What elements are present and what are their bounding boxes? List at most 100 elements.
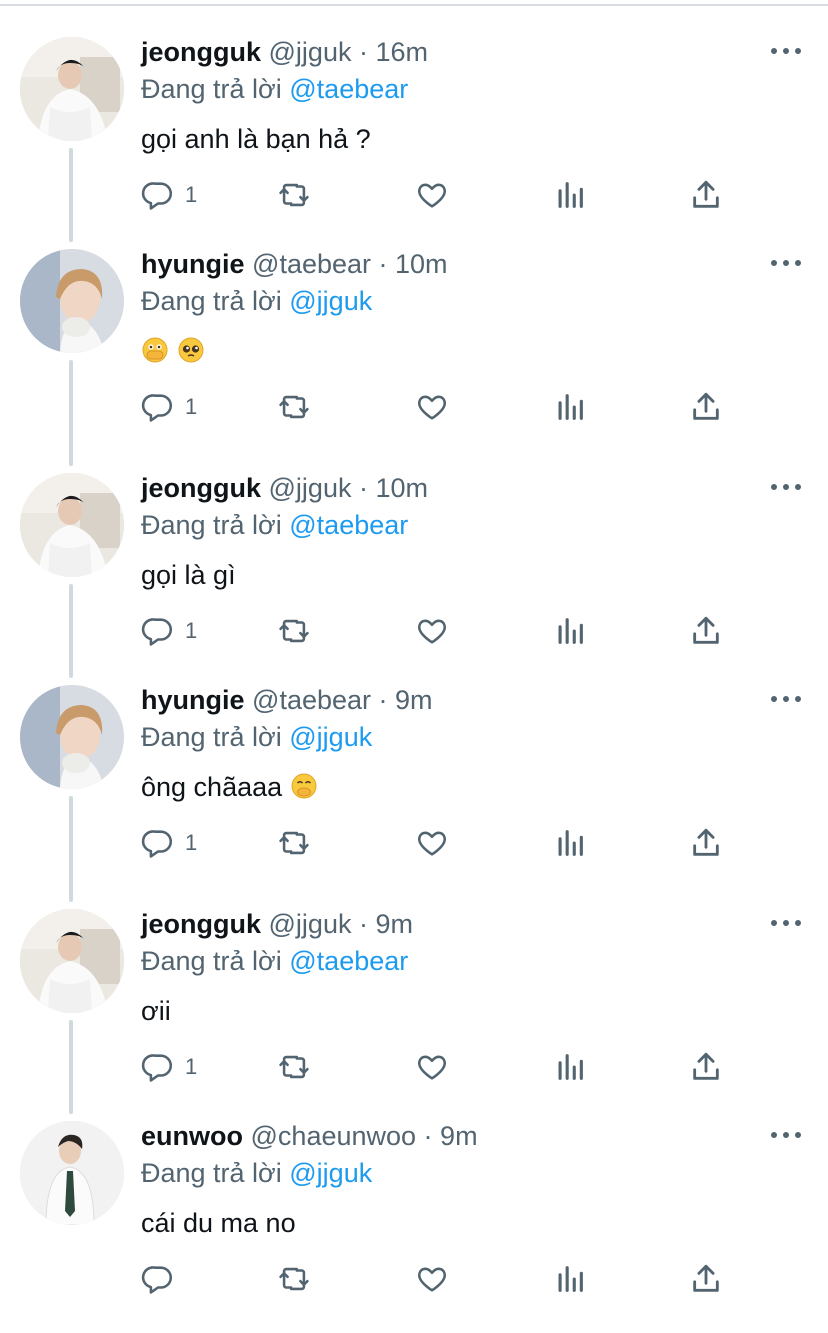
retweet-button[interactable] (277, 1262, 311, 1296)
face-with-open-eyes-and-hand-over-mouth-icon (142, 337, 168, 363)
reply-button[interactable]: 1 (141, 826, 197, 860)
separator: · (351, 37, 376, 67)
replying-to: Đang trả lời @taebear (141, 944, 408, 978)
tweet[interactable]: jeongguk @jjguk · 10m Đang trả lời @taeb… (0, 473, 828, 685)
tweet-text: cái du ma no (141, 1206, 296, 1240)
reply-count: 1 (185, 1054, 198, 1079)
tweet-actions: 1 (141, 826, 741, 860)
reply-button[interactable] (141, 1262, 185, 1296)
reply-icon (141, 394, 173, 422)
replying-to-label: Đang trả lời (141, 286, 290, 316)
tweet-actions: 1 (141, 178, 741, 212)
retweet-icon (279, 395, 309, 419)
reply-button[interactable]: 1 (141, 178, 197, 212)
analytics-button[interactable] (553, 1050, 587, 1084)
timestamp[interactable]: 10m (395, 249, 448, 279)
share-button[interactable] (689, 826, 723, 860)
tweet-text (141, 334, 205, 368)
tweet[interactable]: hyungie @taebear · 10m Đang trả lời @jjg… (0, 249, 828, 461)
like-button[interactable] (415, 1262, 449, 1296)
more-icon[interactable] (770, 1129, 802, 1141)
mention-link[interactable]: @jjguk (289, 722, 372, 752)
retweet-button[interactable] (277, 390, 311, 424)
analytics-button[interactable] (553, 826, 587, 860)
more-icon[interactable] (770, 693, 802, 705)
tweet[interactable]: hyungie @taebear · 9m Đang trả lời @jjgu… (0, 685, 828, 897)
user-handle[interactable]: @jjguk (269, 37, 352, 67)
share-button[interactable] (689, 390, 723, 424)
analytics-button[interactable] (553, 614, 587, 648)
timestamp[interactable]: 9m (375, 909, 413, 939)
display-name[interactable]: hyungie (141, 249, 245, 279)
avatar-eunwoo[interactable] (20, 1121, 124, 1225)
like-button[interactable] (415, 826, 449, 860)
display-name[interactable]: jeongguk (141, 473, 261, 503)
retweet-button[interactable] (277, 178, 311, 212)
avatar-hyungie[interactable] (20, 685, 124, 789)
analytics-button[interactable] (553, 178, 587, 212)
more-icon[interactable] (770, 45, 802, 57)
like-button[interactable] (415, 1050, 449, 1084)
tweet-header: eunwoo @chaeunwoo · 9m (141, 1119, 478, 1153)
analytics-button[interactable] (553, 1262, 587, 1296)
user-handle[interactable]: @jjguk (269, 473, 352, 503)
retweet-button[interactable] (277, 1050, 311, 1084)
retweet-icon (279, 1055, 309, 1079)
user-handle[interactable]: @taebear (252, 249, 371, 279)
display-name[interactable]: hyungie (141, 685, 245, 715)
timestamp[interactable]: 9m (440, 1121, 478, 1151)
reply-count: 1 (185, 394, 198, 419)
timestamp[interactable]: 9m (395, 685, 433, 715)
like-button[interactable] (415, 390, 449, 424)
user-handle[interactable]: @jjguk (269, 909, 352, 939)
reply-button[interactable]: 1 (141, 1050, 197, 1084)
mention-link[interactable]: @jjguk (289, 1158, 372, 1188)
user-handle[interactable]: @chaeunwoo (251, 1121, 417, 1151)
separator: · (371, 249, 396, 279)
like-icon (418, 183, 446, 208)
like-icon (418, 619, 446, 644)
share-button[interactable] (689, 614, 723, 648)
like-icon (418, 1267, 446, 1292)
tweet-text: ông chãaaa (141, 770, 318, 804)
mention-link[interactable]: @taebear (289, 74, 408, 104)
tweet-actions: 1 (141, 1050, 741, 1084)
timestamp[interactable]: 10m (375, 473, 428, 503)
timestamp[interactable]: 16m (375, 37, 428, 67)
tweet-text-content: gọi anh là bạn hả ? (141, 124, 371, 154)
replying-to-label: Đang trả lời (141, 722, 290, 752)
more-icon[interactable] (770, 481, 802, 493)
display-name[interactable]: jeongguk (141, 37, 261, 67)
like-icon (418, 395, 446, 420)
display-name[interactable]: jeongguk (141, 909, 261, 939)
more-icon[interactable] (770, 257, 802, 269)
replying-to: Đang trả lời @taebear (141, 72, 408, 106)
replying-to: Đang trả lời @taebear (141, 508, 408, 542)
tweet[interactable]: jeongguk @jjguk · 16m Đang trả lời @taeb… (0, 37, 828, 249)
mention-link[interactable]: @taebear (289, 946, 408, 976)
analytics-button[interactable] (553, 390, 587, 424)
tweet[interactable]: eunwoo @chaeunwoo · 9m Đang trả lời @jjg… (0, 1121, 828, 1333)
reply-button[interactable]: 1 (141, 614, 197, 648)
reply-button[interactable]: 1 (141, 390, 197, 424)
like-button[interactable] (415, 178, 449, 212)
mention-link[interactable]: @jjguk (289, 286, 372, 316)
avatar-jeongguk[interactable] (20, 37, 124, 141)
retweet-button[interactable] (277, 614, 311, 648)
share-button[interactable] (689, 178, 723, 212)
user-handle[interactable]: @taebear (252, 685, 371, 715)
like-button[interactable] (415, 614, 449, 648)
avatar-jeongguk[interactable] (20, 473, 124, 577)
display-name[interactable]: eunwoo (141, 1121, 243, 1151)
retweet-button[interactable] (277, 826, 311, 860)
avatar-hyungie[interactable] (20, 249, 124, 353)
tweet-header: hyungie @taebear · 9m (141, 683, 433, 717)
share-button[interactable] (689, 1050, 723, 1084)
mention-link[interactable]: @taebear (289, 510, 408, 540)
analytics-icon (558, 394, 583, 420)
more-icon[interactable] (770, 917, 802, 929)
avatar-jeongguk[interactable] (20, 909, 124, 1013)
share-button[interactable] (689, 1262, 723, 1296)
replying-to: Đang trả lời @jjguk (141, 1156, 372, 1190)
tweet[interactable]: jeongguk @jjguk · 9m Đang trả lời @taebe… (0, 909, 828, 1121)
